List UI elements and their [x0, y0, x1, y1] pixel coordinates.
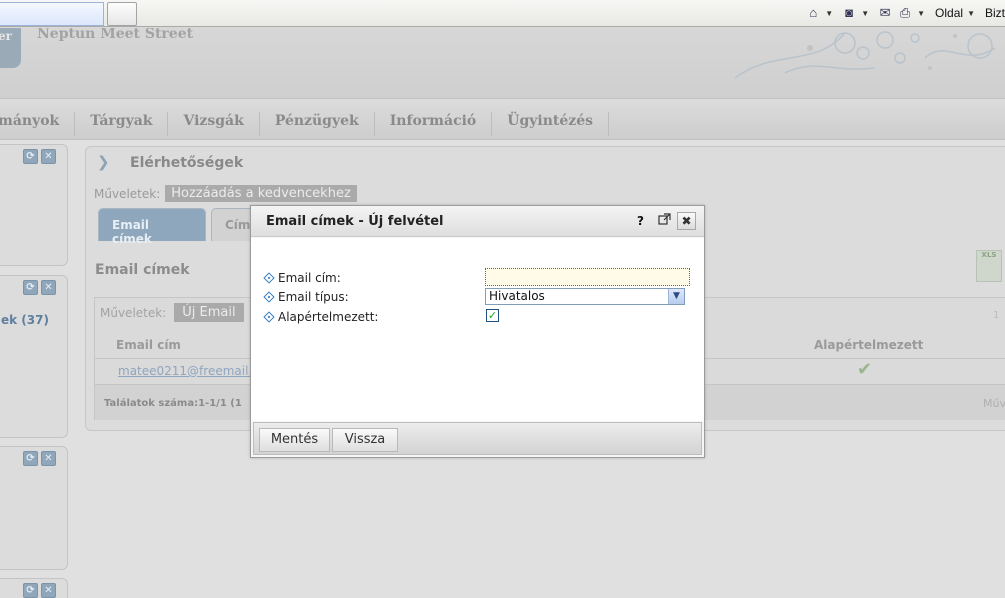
tab-email-addresses[interactable]: Email címek [98, 208, 206, 246]
email-type-label-text: Email típus: [278, 290, 349, 304]
close-icon[interactable]: ✕ [41, 583, 56, 598]
back-button[interactable]: Vissza [332, 428, 398, 452]
email-label-text: Email cím: [278, 271, 341, 285]
print-dropdown-icon[interactable]: ▼ [917, 9, 925, 18]
site-name: Neptun Meet Street [37, 28, 194, 42]
email-type-label: Email típus: [263, 290, 349, 304]
browser-tab-active[interactable] [0, 2, 104, 26]
new-email-button[interactable]: Új Email [174, 303, 244, 322]
default-checkbox[interactable]: ✓ [486, 309, 499, 322]
footer-operations[interactable]: Műv [983, 397, 1005, 410]
messages-link[interactable]: ek (37) [1, 313, 49, 327]
column-header-email[interactable]: Email cím [116, 338, 181, 352]
logo[interactable]: er [0, 28, 21, 68]
close-icon[interactable]: ✖ [677, 212, 696, 230]
popout-icon[interactable] [658, 213, 671, 226]
mail-icon[interactable]: ✉ [877, 5, 893, 21]
nav-item-ugyintezes[interactable]: Ügyintézés [492, 112, 609, 136]
save-button[interactable]: Mentés [259, 428, 330, 452]
side-box-2: ⟳ ✕ ek (37) [0, 275, 68, 438]
column-header-default[interactable]: Alapértelmezett [814, 338, 923, 352]
refresh-icon[interactable]: ⟳ [23, 583, 38, 598]
check-icon: ✔ [857, 359, 873, 380]
rss-feed-icon[interactable]: ◙ [841, 5, 857, 21]
dialog-header: Email címek - Új felvétel ? ✖ [251, 206, 704, 237]
nav-item-targyak[interactable]: Tárgyak [75, 112, 169, 136]
feed-dropdown-icon[interactable]: ▼ [861, 9, 869, 18]
new-email-dialog: Email címek - Új felvétel ? ✖ Email cím:… [250, 205, 705, 458]
browser-command-bar: ⌂ ▼ ◙ ▼ ✉ ⎙ ▼ Oldal ▼ Bizt [805, 3, 1005, 23]
browser-toolbar: ⌂ ▼ ◙ ▼ ✉ ⎙ ▼ Oldal ▼ Bizt [0, 0, 1005, 27]
field-bullet-icon [263, 291, 275, 303]
field-bullet-icon [263, 272, 275, 284]
dialog-title: Email címek - Új felvétel [266, 214, 444, 229]
page-number: 1 [993, 310, 1000, 321]
side-box-4: ⟳ ✕ [0, 578, 68, 598]
refresh-icon[interactable]: ⟳ [23, 149, 38, 164]
email-field-label: Email cím: [263, 271, 341, 285]
excel-export-icon[interactable]: XLS [976, 250, 1002, 282]
chevron-down-icon[interactable]: ▼ [668, 289, 684, 304]
email-type-select[interactable]: Hivatalos ▼ [485, 288, 685, 305]
side-box-3: ⟳ ✕ [0, 446, 68, 570]
safety-menu[interactable]: Bizt [985, 6, 1005, 20]
refresh-icon[interactable]: ⟳ [23, 451, 38, 466]
close-icon[interactable]: ✕ [41, 149, 56, 164]
site-header: er Neptun Meet Street [0, 28, 1005, 98]
panel-operations: Műveletek: Hozzáadás a kedvencekhez [94, 185, 357, 202]
default-label-text: Alapértelmezett: [278, 310, 379, 324]
home-icon[interactable]: ⌂ [805, 5, 821, 21]
add-to-favorites-button[interactable]: Hozzáadás a kedvencekhez [165, 185, 357, 202]
field-bullet-icon [263, 311, 275, 323]
nav-item-penzugyek[interactable]: Pénzügyek [260, 112, 375, 136]
dialog-footer: Mentés Vissza [253, 422, 702, 455]
print-icon[interactable]: ⎙ [897, 5, 913, 21]
dialog-body: Email cím: Email típus: Hivatalos ▼ Alap… [251, 238, 704, 421]
chevron-right-icon: ❯ [97, 153, 110, 171]
email-input[interactable] [485, 268, 690, 286]
refresh-icon[interactable]: ⟳ [23, 280, 38, 295]
grid-operations: Műveletek: Új Email [100, 303, 244, 322]
side-box-1: ⟳ ✕ [0, 144, 68, 266]
nav-item-vizsgak[interactable]: Vizsgák [168, 112, 260, 136]
browser-new-tab[interactable] [107, 2, 137, 26]
grid-operations-label: Műveletek: [100, 305, 167, 320]
page-menu[interactable]: Oldal [935, 6, 963, 20]
section-title: Email címek [95, 262, 190, 278]
page-title: Elérhetőségek [130, 155, 244, 171]
main-nav: mányok Tárgyak Vizsgák Pénzügyek Informá… [0, 98, 1005, 140]
close-icon[interactable]: ✕ [41, 280, 56, 295]
help-icon[interactable]: ? [637, 214, 644, 228]
header-decoration [734, 31, 996, 79]
nav-item-informacio[interactable]: Információ [375, 112, 493, 136]
nav-item-tanulmanyok[interactable]: mányok [0, 112, 76, 136]
home-dropdown-icon[interactable]: ▼ [825, 9, 833, 18]
page-menu-dropdown-icon[interactable]: ▼ [967, 9, 975, 18]
email-type-selected: Hivatalos [489, 289, 545, 303]
default-label: Alapértelmezett: [263, 310, 379, 324]
close-icon[interactable]: ✕ [41, 451, 56, 466]
table-row-email-link[interactable]: matee0211@freemail.h [118, 364, 260, 378]
results-count: Találatok száma:1-1/1 (1 [104, 398, 242, 409]
operations-label: Műveletek: [94, 186, 161, 201]
